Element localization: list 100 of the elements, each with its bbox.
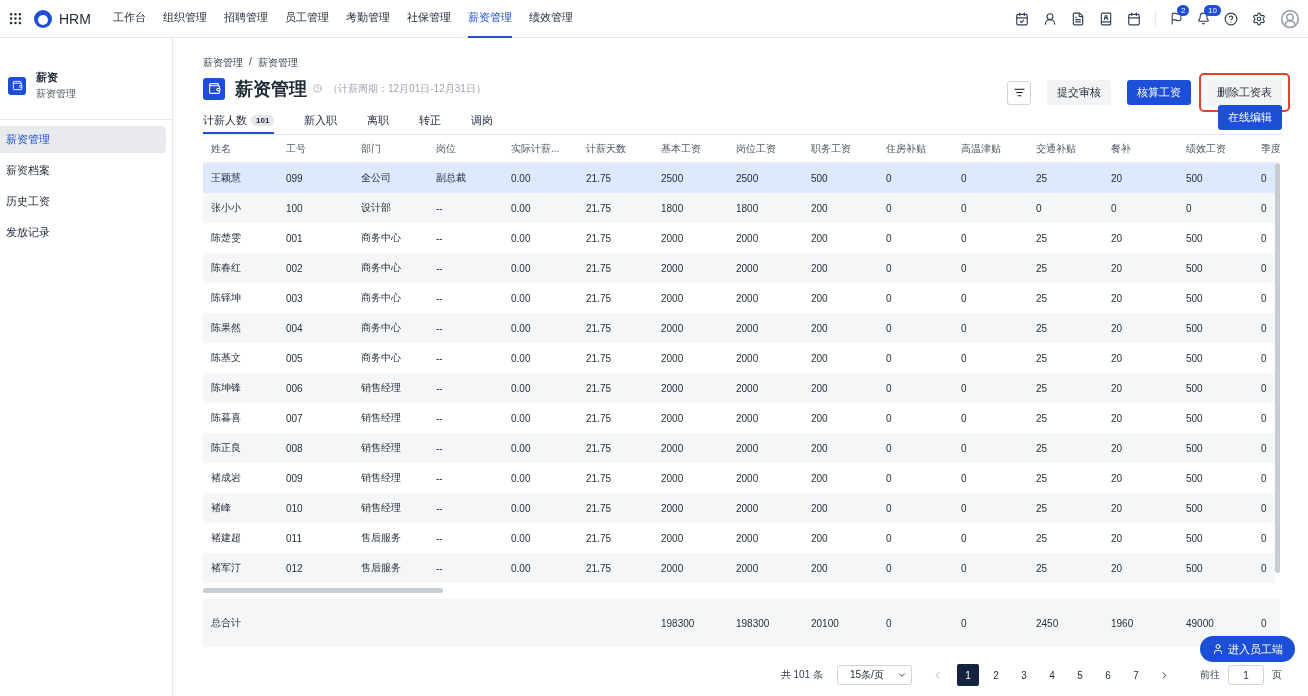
page-link[interactable]: 1 [957,664,979,686]
table-cell-text: 200 [810,442,829,454]
nav-item[interactable]: 绩效管理 [528,0,573,38]
table-row[interactable]: 陈果然 004 商务中心 -- 0.00 21.75 2000 2000 200 0 0 25 20 500 0 [203,313,1275,343]
table-cell-text: 008 [285,442,304,454]
table-cell-text: 0 [960,232,968,244]
pay-period: （计薪周期：12月01日-12月31日） [328,81,486,96]
action-button[interactable]: 删除工资表 [1207,80,1282,105]
table-cell-text: 0 [885,322,893,334]
column-header: 岗位 [435,141,457,156]
nav-item[interactable]: 工作台 [112,0,146,38]
nav-item[interactable]: 组织管理 [162,0,207,38]
tab[interactable]: 调岗 [471,108,494,134]
sidebar-item[interactable]: 历史工资 [0,188,166,215]
table-cell-text: 001 [285,232,304,244]
table-cell-text: 500 [1185,172,1204,184]
page-input[interactable]: 1 [1228,665,1264,685]
table-cell-text: 售后服务 [360,531,402,545]
sidebar-item[interactable]: 薪资管理 [0,126,166,153]
table-cell-text: 0 [885,532,893,544]
contact-book-icon[interactable] [1099,11,1113,26]
breadcrumb-link[interactable]: 薪资管理 [257,56,298,70]
filter-button[interactable] [1007,80,1031,105]
table-cell-text: 0 [960,202,968,214]
tab[interactable]: 离职 [367,108,390,134]
page-link[interactable]: 5 [1069,664,1091,686]
breadcrumb-link[interactable]: 薪资管理 [203,56,243,70]
nav-item[interactable]: 员工管理 [284,0,329,38]
table-cell-text: 0 [960,442,968,454]
user-icon[interactable] [1043,11,1057,26]
table-cell-text: 25 [1035,292,1049,304]
page-link[interactable]: 2 [985,664,1007,686]
calendar-icon[interactable] [1127,11,1141,26]
table-cell-text: 0.00 [510,322,532,334]
table-cell-text: 2000 [660,322,685,334]
page-link[interactable]: 4 [1041,664,1063,686]
document-icon[interactable] [1071,11,1085,26]
employee-portal-button[interactable]: 进入员工端 [1200,636,1295,662]
settings-icon[interactable] [1252,11,1266,26]
table-cell-text: -- [435,292,444,304]
bell-icon[interactable] [1197,12,1210,25]
nav-item[interactable]: 考勤管理 [345,0,390,38]
horizontal-scrollbar[interactable] [203,588,443,593]
table-row[interactable]: 陈正良 008 销售经理 -- 0.00 21.75 2000 2000 200 0 0 25 20 500 0 [203,433,1275,463]
table-cell-text: 2000 [660,292,685,304]
table-row[interactable]: 张小小 100 设计部 -- 0.00 21.75 1800 1800 200 0 0 0 0 0 0 [203,193,1275,223]
table-cell-text: 21.75 [585,472,613,484]
page-link[interactable]: 7 [1125,664,1147,686]
table-cell-text: 200 [810,532,829,544]
table-cell-text: 0 [1260,292,1268,304]
page-title: 薪资管理 [235,77,307,101]
table-cell-text: 500 [1185,232,1204,244]
total-cell-text: 198300 [660,617,696,629]
page-link[interactable]: 6 [1097,664,1119,686]
table-row[interactable]: 陈春红 002 商务中心 -- 0.00 21.75 2000 2000 200 0 0 25 20 500 0 [203,253,1275,283]
page-link[interactable]: 3 [1013,664,1035,686]
module-subtitle: 薪资管理 [36,87,76,101]
table-cell-text: 商务中心 [360,321,402,335]
table-cell-text: 0 [960,352,968,364]
sidebar-item[interactable]: 发放记录 [0,219,166,246]
table-cell-text: 0.00 [510,262,532,274]
table-cell-text: 褚峰 [210,501,232,515]
table-cell-text: 0 [885,382,893,394]
table-row[interactable]: 王颖慧 099 全公司 副总裁 0.00 21.75 2500 2500 500 0 0 25 20 500 0 [203,163,1275,193]
table-cell-text: 0 [1260,262,1268,274]
page-size-select[interactable]: 15条/页 [837,665,912,685]
flag-icon[interactable] [1170,12,1183,25]
nav-item[interactable]: 社保管理 [406,0,451,38]
apps-icon[interactable] [8,11,23,26]
table-cell-text: 007 [285,412,304,424]
module-title: 薪资 [36,70,59,85]
table-cell-text: 200 [810,322,829,334]
table-row[interactable]: 褚军汀 012 售后服务 -- 0.00 21.75 2000 2000 200 0 0 25 20 500 0 [203,553,1275,583]
table-cell-text: 500 [1185,382,1204,394]
action-button[interactable]: 核算工资 [1127,80,1191,105]
table-cell-text: 0 [960,292,968,304]
table-cell-text: 2000 [660,352,685,364]
sidebar-item[interactable]: 薪资档案 [0,157,166,184]
table-cell-text: 20 [1110,472,1124,484]
table-cell-text: 200 [810,382,829,394]
calendar-check-icon[interactable] [1015,11,1029,26]
table-row[interactable]: 褚峰 010 销售经理 -- 0.00 21.75 2000 2000 200 0 0 25 20 500 0 [203,493,1275,523]
online-edit-button[interactable]: 在线编辑 [1218,105,1282,130]
column-header: 住房补贴 [885,141,927,156]
tab[interactable]: 转正 [419,108,442,134]
tab[interactable]: 新入职 [304,108,338,134]
vertical-scrollbar[interactable] [1275,163,1280,573]
table-cell-text: 0 [1260,412,1268,424]
column-header: 计薪天数 [585,141,627,156]
table-cell-text: 0.00 [510,172,532,184]
table-row[interactable]: 陈坤锋 006 销售经理 -- 0.00 21.75 2000 2000 200 0 0 25 20 500 0 [203,373,1275,403]
help-icon[interactable] [1224,11,1238,26]
table-cell-text: 0 [885,442,893,454]
nav-item[interactable]: 薪资管理 [467,0,512,38]
action-button[interactable]: 提交审核 [1047,80,1111,105]
table-cell-text: 售后服务 [360,561,402,575]
table-cell-text: 2000 [735,292,760,304]
nav-item[interactable]: 招聘管理 [223,0,268,38]
total-cell-text: 2450 [1035,617,1060,629]
table-cell-text: 0.00 [510,472,532,484]
